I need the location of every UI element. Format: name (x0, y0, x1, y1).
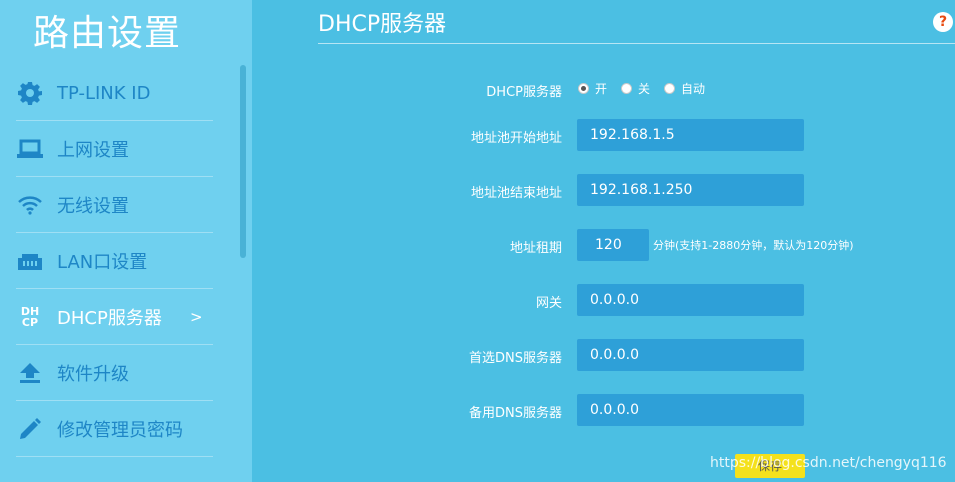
upload-icon (16, 359, 44, 387)
sidebar-item-label: LAN口设置 (57, 252, 148, 273)
sidebar-item-upgrade[interactable]: 软件升级 (0, 345, 241, 401)
dhcp-icon-text-bottom: CP (21, 316, 39, 329)
secondary-dns-input[interactable]: 0.0.0.0 (577, 394, 804, 426)
title-divider (318, 43, 955, 44)
start-address-input[interactable]: 192.168.1.5 (577, 119, 804, 151)
lease-hint: 分钟(支持1-2880分钟，默认为120分钟) (653, 239, 854, 252)
radio-label: 关 (638, 82, 651, 96)
radio-label: 开 (595, 82, 608, 96)
end-address-label: 地址池结束地址 (470, 186, 562, 201)
secondary-dns-label: 备用DNS服务器 (469, 406, 562, 421)
lease-input[interactable]: 120 (577, 229, 649, 261)
sidebar-item-label: TP-LINK ID (57, 82, 151, 104)
dhcp-server-label: DHCP服务器 (486, 85, 562, 100)
end-address-input[interactable]: 192.168.1.250 (577, 174, 804, 206)
gateway-label: 网关 (535, 296, 562, 311)
radio-option-off[interactable]: 关 (621, 80, 650, 97)
wifi-icon (16, 191, 44, 219)
page-title: DHCP服务器 (318, 12, 447, 37)
radio-option-on[interactable]: 开 (578, 80, 607, 97)
lan-port-icon (16, 247, 44, 275)
radio-off[interactable] (621, 83, 633, 94)
main-panel: DHCP服务器 ? DHCP服务器 开 关 自动 地址池开始地址 192.168… (252, 0, 955, 482)
sidebar-item-label: 上网设置 (57, 140, 129, 161)
radio-auto[interactable] (664, 83, 676, 94)
sidebar: 路由设置 TP-LINK ID 上网设置 无线设置 LAN口设置 DH CP D… (0, 0, 252, 482)
sidebar-item-internet[interactable]: 上网设置 (0, 121, 241, 177)
sidebar-item-label: 软件升级 (57, 364, 129, 385)
radio-on[interactable] (578, 83, 589, 94)
sidebar-item-admin-password[interactable]: 修改管理员密码 (0, 401, 241, 457)
radio-label: 自动 (681, 82, 706, 96)
sidebar-item-wireless[interactable]: 无线设置 (0, 177, 241, 233)
help-icon[interactable]: ? (933, 12, 953, 32)
sidebar-item-label: 无线设置 (57, 196, 129, 217)
sidebar-item-tp-link-id[interactable]: TP-LINK ID (0, 65, 241, 121)
sidebar-nav: TP-LINK ID 上网设置 无线设置 LAN口设置 DH CP DHCP服务… (0, 65, 241, 457)
gateway-input[interactable]: 0.0.0.0 (577, 284, 804, 316)
sidebar-item-lan[interactable]: LAN口设置 (0, 233, 241, 289)
pencil-icon (16, 415, 44, 443)
lease-label: 地址租期 (509, 241, 562, 256)
gear-icon (16, 79, 44, 107)
sidebar-item-label: 修改管理员密码 (57, 420, 183, 441)
start-address-label: 地址池开始地址 (470, 131, 562, 146)
radio-option-auto[interactable]: 自动 (664, 80, 705, 97)
watermark: https://blog.csdn.net/chengyq116 (710, 455, 947, 471)
primary-dns-label: 首选DNS服务器 (469, 351, 562, 366)
sidebar-title: 路由设置 (33, 13, 182, 54)
dhcp-icon: DH CP (16, 303, 44, 331)
sidebar-item-label: DHCP服务器 (57, 308, 162, 329)
sidebar-item-dhcp[interactable]: DH CP DHCP服务器 > (0, 289, 241, 345)
laptop-icon (16, 135, 44, 163)
primary-dns-input[interactable]: 0.0.0.0 (577, 339, 804, 371)
chevron-right-icon: > (190, 308, 203, 326)
dhcp-server-radio-group: 开 关 自动 (578, 80, 719, 97)
